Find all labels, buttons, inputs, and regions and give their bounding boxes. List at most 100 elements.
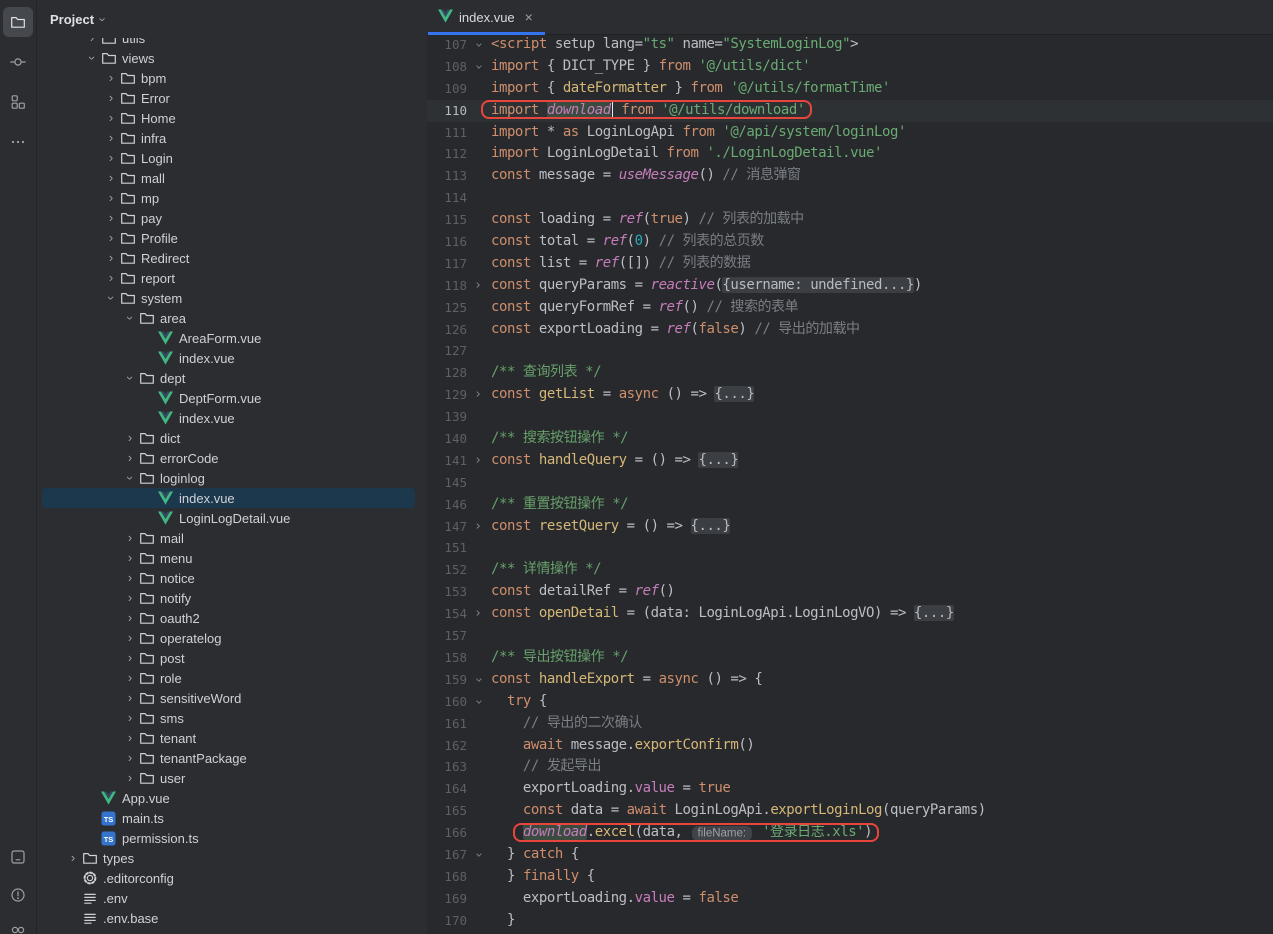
tree-item-notify[interactable]: ›notify [42, 588, 415, 608]
tree-item-home[interactable]: ›Home [42, 108, 415, 128]
chevron-down-icon[interactable]: › [102, 288, 120, 308]
code-line-139[interactable]: 139 [427, 406, 1273, 428]
tree-item-app-vue[interactable]: App.vue [42, 788, 415, 808]
tree-item-loginlog[interactable]: ›loginlog [42, 468, 415, 488]
tree-item-index-vue[interactable]: index.vue [42, 408, 415, 428]
code-line-163[interactable]: 163 // 发起导出 [427, 756, 1273, 778]
terminal-tool-icon[interactable] [3, 842, 33, 872]
chevron-right-icon[interactable]: › [102, 88, 120, 108]
tree-item-index-vue[interactable]: index.vue [42, 488, 415, 508]
code-line-159[interactable]: 159›const handleExport = async () => { [427, 669, 1273, 691]
tree-item-tenantpackage[interactable]: ›tenantPackage [42, 748, 415, 768]
code-line-145[interactable]: 145 [427, 472, 1273, 494]
tree-item-sms[interactable]: ›sms [42, 708, 415, 728]
chevron-right-icon[interactable]: › [121, 528, 139, 548]
tree-item-role[interactable]: ›role [42, 668, 415, 688]
tree-item-error[interactable]: ›Error [42, 88, 415, 108]
tree-item-areaform-vue[interactable]: AreaForm.vue [42, 328, 415, 348]
tree-item-bpm[interactable]: ›bpm [42, 68, 415, 88]
code-line-164[interactable]: 164 exportLoading.value = true [427, 778, 1273, 800]
project-panel-header[interactable]: Project › [37, 0, 427, 38]
project-tool-icon[interactable] [3, 7, 33, 37]
code-line-127[interactable]: 127 [427, 340, 1273, 362]
chevron-right-icon[interactable]: › [121, 628, 139, 648]
code-line-115[interactable]: 115const loading = ref(true) // 列表的加载中 [427, 209, 1273, 231]
chevron-right-icon[interactable]: › [102, 208, 120, 228]
chevron-right-icon[interactable]: › [102, 168, 120, 188]
chevron-down-icon[interactable]: › [101, 12, 105, 27]
code-line-114[interactable]: 114 [427, 187, 1273, 209]
chevron-right-icon[interactable]: › [121, 548, 139, 568]
tree-item-index-vue[interactable]: index.vue [42, 348, 415, 368]
code-line-170[interactable]: 170 } [427, 910, 1273, 932]
tree-item--editorconfig[interactable]: .editorconfig [42, 868, 415, 888]
code-line-113[interactable]: 113const message = useMessage() // 消息弹窗 [427, 165, 1273, 187]
chevron-right-icon[interactable]: › [102, 148, 120, 168]
code-line-160[interactable]: 160› try { [427, 691, 1273, 713]
tree-item-area[interactable]: ›area [42, 308, 415, 328]
code-line-168[interactable]: 168 } finally { [427, 866, 1273, 888]
chevron-right-icon[interactable]: › [102, 248, 120, 268]
tree-item-utils[interactable]: ›utils [42, 38, 415, 48]
fold-toggle-icon[interactable]: › [467, 275, 489, 297]
chevron-right-icon[interactable]: › [121, 668, 139, 688]
code-line-141[interactable]: 141›const handleQuery = () => {...} [427, 450, 1273, 472]
tree-item--env[interactable]: .env [42, 888, 415, 908]
tree-item-pay[interactable]: ›pay [42, 208, 415, 228]
structure-tool-icon[interactable] [3, 87, 33, 117]
close-tab-icon[interactable]: × [525, 10, 533, 24]
problems-tool-icon[interactable] [3, 880, 33, 910]
tree-item-system[interactable]: ›system [42, 288, 415, 308]
chevron-down-icon[interactable]: › [121, 468, 139, 488]
chevron-right-icon[interactable]: › [121, 448, 139, 468]
fold-toggle-icon[interactable]: › [467, 603, 489, 625]
code-line-162[interactable]: 162 await message.exportConfirm() [427, 735, 1273, 757]
code-line-129[interactable]: 129›const getList = async () => {...} [427, 384, 1273, 406]
chevron-right-icon[interactable]: › [121, 728, 139, 748]
chevron-right-icon[interactable]: › [102, 188, 120, 208]
fold-toggle-icon[interactable]: › [467, 34, 489, 56]
code-line-118[interactable]: 118›const queryParams = reactive({userna… [427, 275, 1273, 297]
code-line-110[interactable]: 110import download from '@/utils/downloa… [427, 100, 1273, 122]
tree-item-deptform-vue[interactable]: DeptForm.vue [42, 388, 415, 408]
code-line-165[interactable]: 165 const data = await LoginLogApi.expor… [427, 800, 1273, 822]
code-line-157[interactable]: 157 [427, 625, 1273, 647]
chevron-right-icon[interactable]: › [121, 608, 139, 628]
code-line-166[interactable]: 166 download.excel(data, fileName: '登录日志… [427, 822, 1273, 844]
tree-item-tenant[interactable]: ›tenant [42, 728, 415, 748]
fold-toggle-icon[interactable]: › [467, 691, 489, 713]
chevron-right-icon[interactable]: › [102, 268, 120, 288]
chevron-right-icon[interactable]: › [64, 848, 82, 868]
chevron-right-icon[interactable]: › [102, 228, 120, 248]
chevron-down-icon[interactable]: › [83, 48, 101, 68]
tree-item-oauth2[interactable]: ›oauth2 [42, 608, 415, 628]
chevron-right-icon[interactable]: › [121, 688, 139, 708]
tree-item-dict[interactable]: ›dict [42, 428, 415, 448]
commit-tool-icon[interactable] [3, 47, 33, 77]
chevron-right-icon[interactable]: › [121, 768, 139, 788]
code-line-158[interactable]: 158/** 导出按钮操作 */ [427, 647, 1273, 669]
code-line-146[interactable]: 146/** 重置按钮操作 */ [427, 494, 1273, 516]
tree-item-views[interactable]: ›views [42, 48, 415, 68]
tree-item-login[interactable]: ›Login [42, 148, 415, 168]
tab-index-vue[interactable]: index.vue × [428, 0, 545, 34]
chevron-right-icon[interactable]: › [121, 708, 139, 728]
code-line-108[interactable]: 108›import { DICT_TYPE } from '@/utils/d… [427, 56, 1273, 78]
tree-item--env-base[interactable]: .env.base [42, 908, 415, 928]
tree-item-sensitiveword[interactable]: ›sensitiveWord [42, 688, 415, 708]
tree-item-report[interactable]: ›report [42, 268, 415, 288]
tree-item-main-ts[interactable]: TSmain.ts [42, 808, 415, 828]
tree-item-infra[interactable]: ›infra [42, 128, 415, 148]
tree-item-operatelog[interactable]: ›operatelog [42, 628, 415, 648]
tree-item-types[interactable]: ›types [42, 848, 415, 868]
code-line-140[interactable]: 140/** 搜索按钮操作 */ [427, 428, 1273, 450]
chevron-right-icon[interactable]: › [121, 568, 139, 588]
code-line-109[interactable]: 109import { dateFormatter } from '@/util… [427, 78, 1273, 100]
tree-item-post[interactable]: ›post [42, 648, 415, 668]
code-line-151[interactable]: 151 [427, 537, 1273, 559]
code-line-153[interactable]: 153const detailRef = ref() [427, 581, 1273, 603]
tree-item-user[interactable]: ›user [42, 768, 415, 788]
code-line-154[interactable]: 154›const openDetail = (data: LoginLogAp… [427, 603, 1273, 625]
fold-toggle-icon[interactable]: › [467, 516, 489, 538]
tree-item-errorcode[interactable]: ›errorCode [42, 448, 415, 468]
